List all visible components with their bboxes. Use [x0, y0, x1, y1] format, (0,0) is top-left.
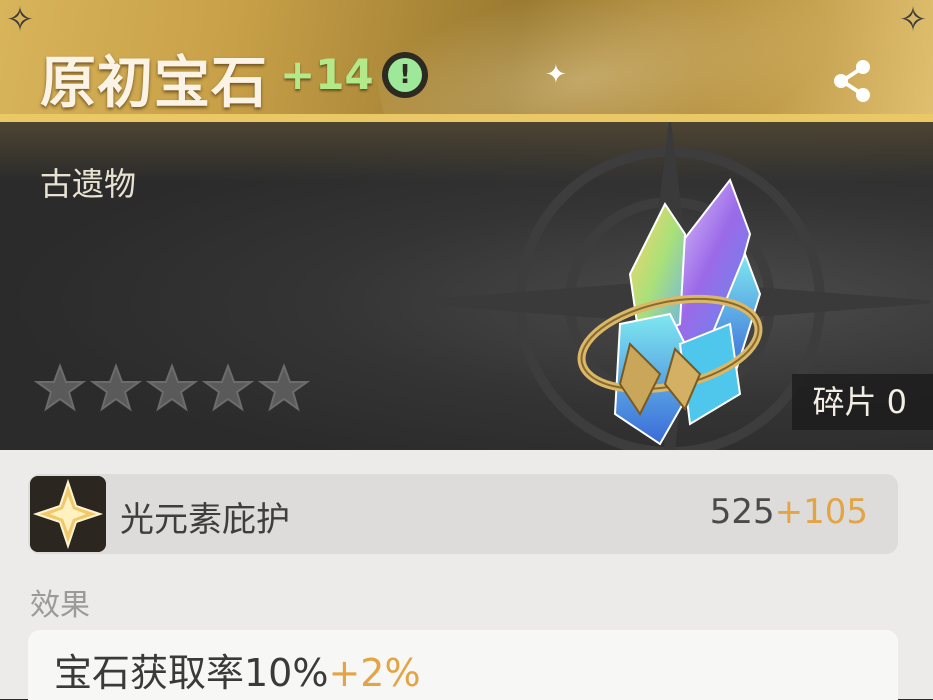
star-rating — [34, 362, 310, 422]
effect-bonus-value: +2% — [328, 651, 421, 695]
stat-value: 525+105 — [710, 492, 868, 532]
share-icon[interactable] — [828, 56, 878, 106]
item-header: 原初宝石 +14 ! ✦ — [0, 0, 933, 122]
item-art-panel: 古遗物 碎片 0 — [0, 122, 933, 450]
crystal-ring-icon — [577, 177, 763, 446]
item-stats-panel: 光元素庇护 525+105 效果 宝石获取率10%+2% — [0, 450, 933, 700]
stat-base-value: 525 — [709, 492, 775, 532]
shard-value: 0 — [886, 383, 907, 421]
star-empty-icon — [90, 363, 142, 412]
sparkle-icon: ✦ — [545, 60, 567, 90]
shard-count: 碎片 0 — [792, 374, 933, 430]
header-sheen — [362, 0, 898, 122]
star-empty-icon — [258, 363, 310, 412]
item-detail-card: 原初宝石 +14 ! ✦ ✧ ✧ 古遗物 碎片 0 光元素庇护 525+105 … — [0, 0, 933, 700]
effect-description: 宝石获取率10% — [54, 651, 329, 695]
item-name: 原初宝石 — [40, 51, 268, 116]
shard-label: 碎片 — [812, 383, 877, 421]
corner-ornament-icon: ✧ — [5, 0, 35, 40]
effect-row: 宝石获取率10%+2% — [28, 630, 898, 700]
stat-bonus-value: +105 — [774, 492, 868, 532]
item-level: +14 — [280, 50, 374, 99]
main-stat-row: 光元素庇护 525+105 — [28, 474, 898, 554]
star-empty-icon — [202, 363, 254, 412]
stat-name: 光元素庇护 — [120, 500, 290, 540]
effect-text: 宝石获取率10%+2% — [54, 642, 421, 697]
star-empty-icon — [146, 363, 198, 412]
effect-heading: 效果 — [30, 588, 90, 623]
info-warning-icon[interactable]: ! — [382, 52, 428, 98]
star-empty-icon — [34, 363, 86, 412]
item-category: 古遗物 — [40, 165, 137, 203]
light-element-star-icon — [30, 476, 106, 552]
warning-glyph: ! — [388, 58, 422, 92]
corner-ornament-icon: ✧ — [898, 0, 928, 40]
